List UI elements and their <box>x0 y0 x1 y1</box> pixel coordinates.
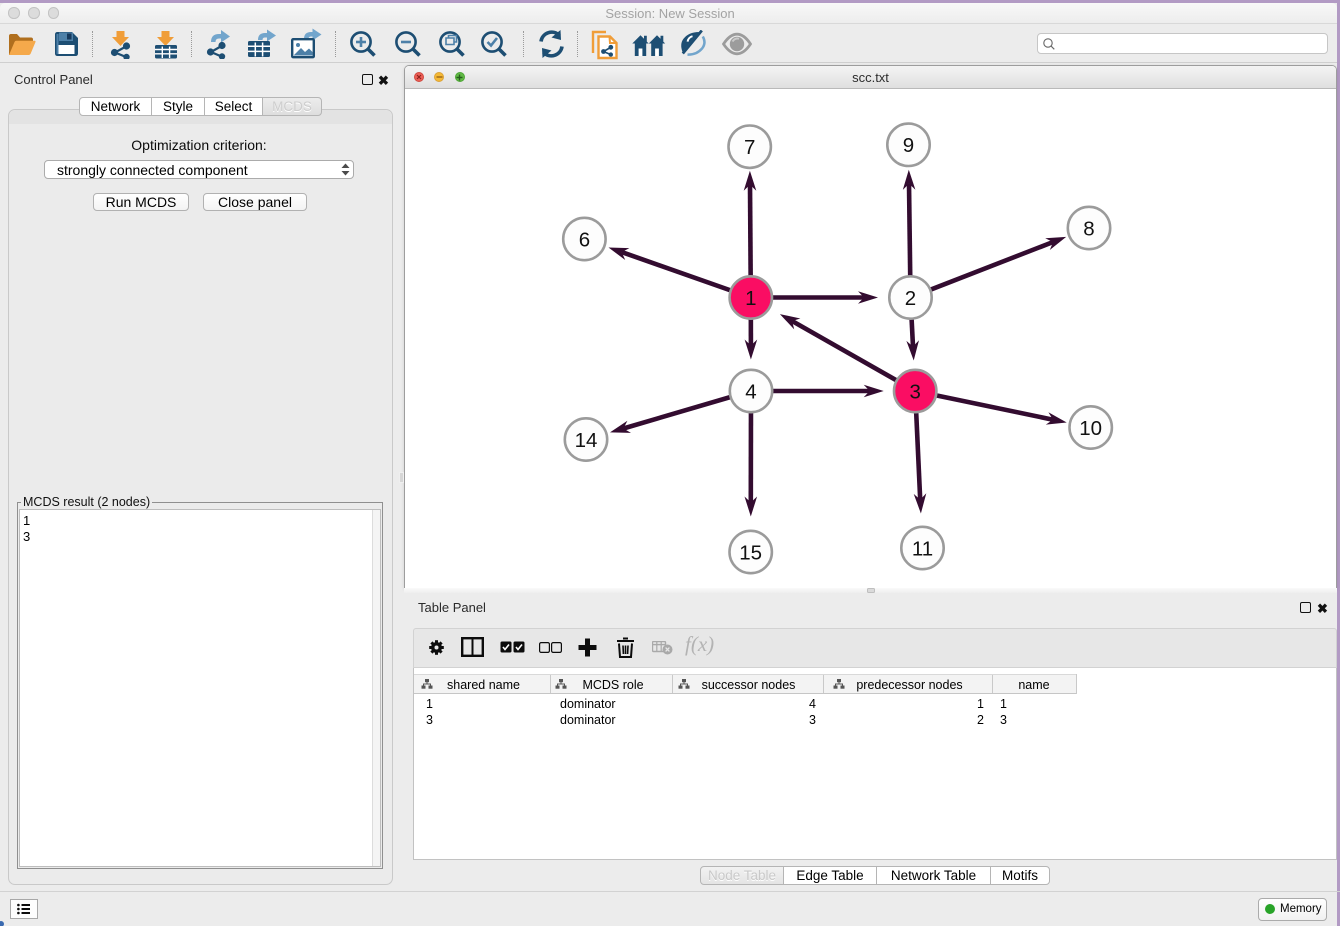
svg-text:6: 6 <box>579 228 590 251</box>
svg-text:8: 8 <box>1083 217 1094 240</box>
svg-text:11: 11 <box>912 537 933 560</box>
svg-text:15: 15 <box>739 541 762 564</box>
svg-text:1: 1 <box>745 287 756 310</box>
svg-text:2: 2 <box>905 287 916 310</box>
svg-text:9: 9 <box>903 134 914 157</box>
svg-text:14: 14 <box>575 429 598 452</box>
svg-text:3: 3 <box>909 380 920 403</box>
svg-text:4: 4 <box>745 380 756 403</box>
svg-text:7: 7 <box>744 136 755 159</box>
svg-text:10: 10 <box>1079 417 1102 440</box>
